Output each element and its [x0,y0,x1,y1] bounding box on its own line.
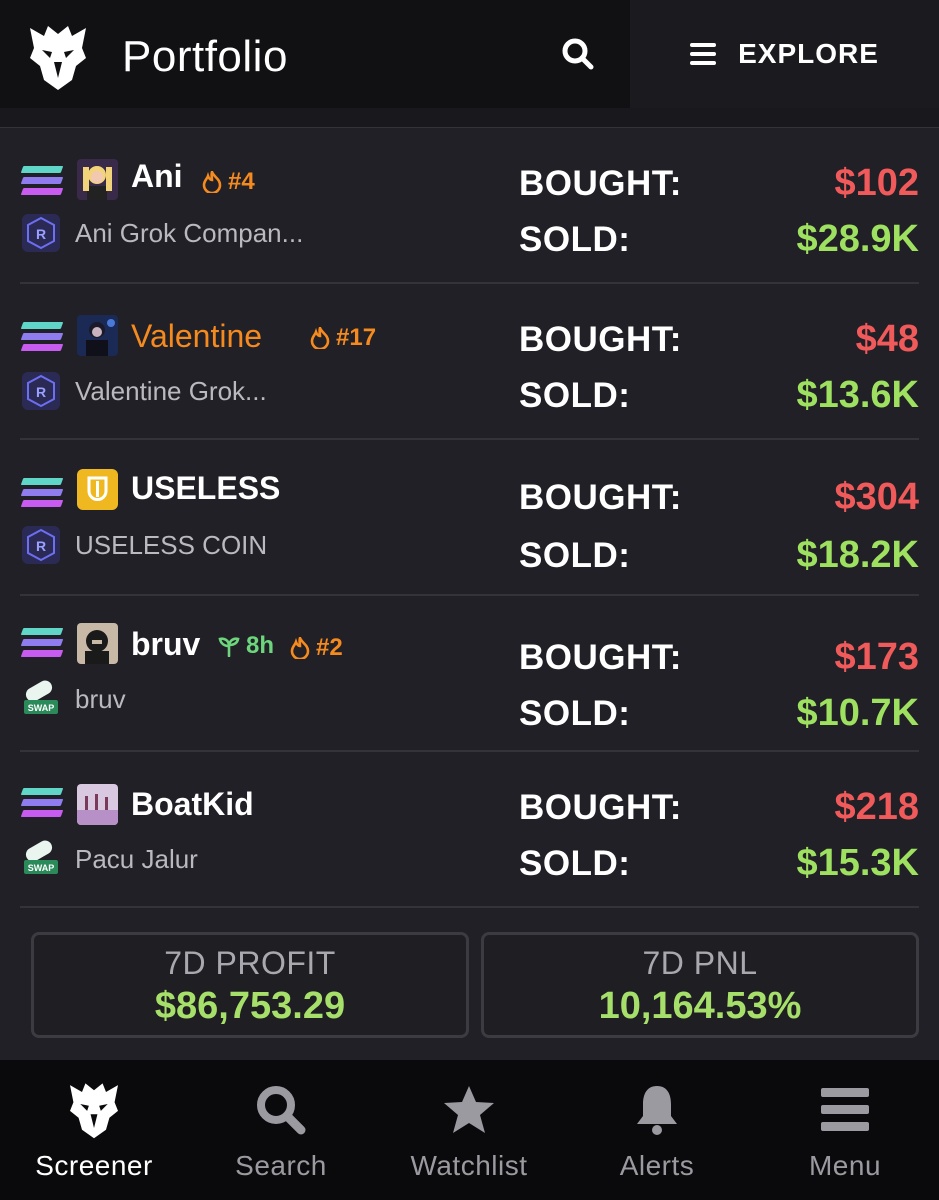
pnl-summary: 7D PNL 10,164.53% [481,932,919,1038]
token-avatar [77,469,118,510]
app-header: Portfolio EXPLORE [0,0,939,108]
token-name: Valentine [131,318,263,354]
age-value: 8h [246,632,275,659]
star-icon [444,1086,494,1133]
bottom-nav: Screener Search Watchlist Alerts Menu [0,1060,939,1200]
raydium-icon: R [22,372,60,410]
portfolio-row[interactable]: Ani #4 R Ani Grok Compan... BOUGHT: $102… [0,128,939,284]
bought-value: $102 [834,162,919,204]
sold-label: SOLD: [519,844,631,883]
token-avatar [77,784,118,825]
profit-label: 7D PROFIT [164,945,336,981]
solana-icon [20,322,64,354]
bought-value: $173 [834,636,919,678]
profit-value: $86,753.29 [154,985,346,1027]
portfolio-row[interactable]: Valentine #17 R Valentine Grok... BOUGHT… [0,284,939,440]
page-title: Portfolio [122,32,288,81]
sold-label: SOLD: [519,694,631,733]
bought-label: BOUGHT: [519,164,682,203]
sold-value: $28.9K [796,218,919,260]
svg-text:R: R [36,538,46,554]
token-fullname: Pacu Jalur [75,844,198,874]
row-divider [20,906,919,908]
sprout-icon [218,637,240,657]
explore-button[interactable]: EXPLORE [630,0,939,108]
hamburger-icon [690,43,717,65]
token-fullname: Ani Grok Compan... [75,218,304,248]
solana-icon [20,788,64,820]
token-name: BoatKid [131,786,254,822]
header-divider [0,108,939,128]
bell-icon [637,1086,677,1135]
flame-icon [290,637,310,659]
svg-text:R: R [36,226,46,242]
raydium-icon: R [22,526,60,564]
token-avatar [77,623,118,664]
sold-label: SOLD: [519,220,631,259]
pumpswap-icon: SWAP [24,680,58,714]
nav-search[interactable]: Search [187,1060,375,1200]
sold-value: $13.6K [796,374,919,416]
bought-label: BOUGHT: [519,478,682,517]
eagle-icon [70,1083,118,1139]
portfolio-row[interactable]: BoatKid SWAP Pacu Jalur BOUGHT: $218 SOL… [0,752,939,908]
pnl-label: 7D PNL [642,945,758,981]
profit-summary: 7D PROFIT $86,753.29 [31,932,469,1038]
solana-icon [20,478,64,510]
eagle-logo-icon[interactable] [26,22,90,92]
token-fullname: Valentine Grok... [75,376,267,406]
token-name: bruv [131,626,201,662]
sold-label: SOLD: [519,536,631,575]
nav-screener[interactable]: Screener [0,1060,188,1200]
nav-alerts[interactable]: Alerts [563,1060,751,1200]
flame-icon [202,171,222,193]
rank-value: #17 [336,324,377,351]
bought-value: $218 [834,786,919,828]
nav-watchlist[interactable]: Watchlist [375,1060,563,1200]
rank-value: #4 [228,168,255,195]
token-fullname: bruv [75,684,126,714]
solana-icon [20,166,64,198]
token-name: Ani [131,158,183,194]
bought-label: BOUGHT: [519,320,682,359]
flame-icon [310,327,330,349]
swap-icon-text: SWAP [28,703,55,713]
pumpswap-icon: SWAP [24,840,58,874]
nav-label: Screener [35,1150,153,1181]
token-fullname: USELESS COIN [75,530,268,560]
portfolio-row[interactable]: bruv 8h #2 SWAP bruv BOUGHT: $173 SOLD: … [0,596,939,752]
nav-label: Watchlist [410,1150,528,1181]
sold-value: $18.2K [796,534,919,576]
nav-menu[interactable]: Menu [751,1060,939,1200]
token-name: USELESS [131,470,281,506]
svg-text:R: R [36,384,46,400]
menu-icon [821,1088,869,1131]
bought-value: $48 [855,318,919,360]
search-icon[interactable] [558,34,598,74]
explore-label: EXPLORE [738,38,879,69]
rank-badge: #4 [202,168,255,196]
raydium-icon: R [22,214,60,252]
rank-value: #2 [316,634,343,661]
portfolio-row[interactable]: USELESS R USELESS COIN BOUGHT: $304 SOLD… [0,440,939,596]
nav-label: Search [235,1150,327,1181]
rank-badge: #2 [290,634,343,662]
nav-label: Menu [808,1150,882,1181]
pnl-value: 10,164.53% [598,985,802,1027]
bought-value: $304 [834,476,919,518]
swap-icon-text: SWAP [28,863,55,873]
sold-value: $10.7K [796,692,919,734]
solana-icon [20,628,64,660]
bought-label: BOUGHT: [519,788,682,827]
search-icon [257,1086,306,1135]
token-avatar [77,159,118,200]
sold-label: SOLD: [519,376,631,415]
bought-label: BOUGHT: [519,638,682,677]
rank-badge: #17 [310,324,376,352]
age-badge: 8h [218,632,274,660]
nav-label: Alerts [619,1150,695,1181]
token-avatar [77,315,118,356]
sold-value: $15.3K [796,842,919,884]
